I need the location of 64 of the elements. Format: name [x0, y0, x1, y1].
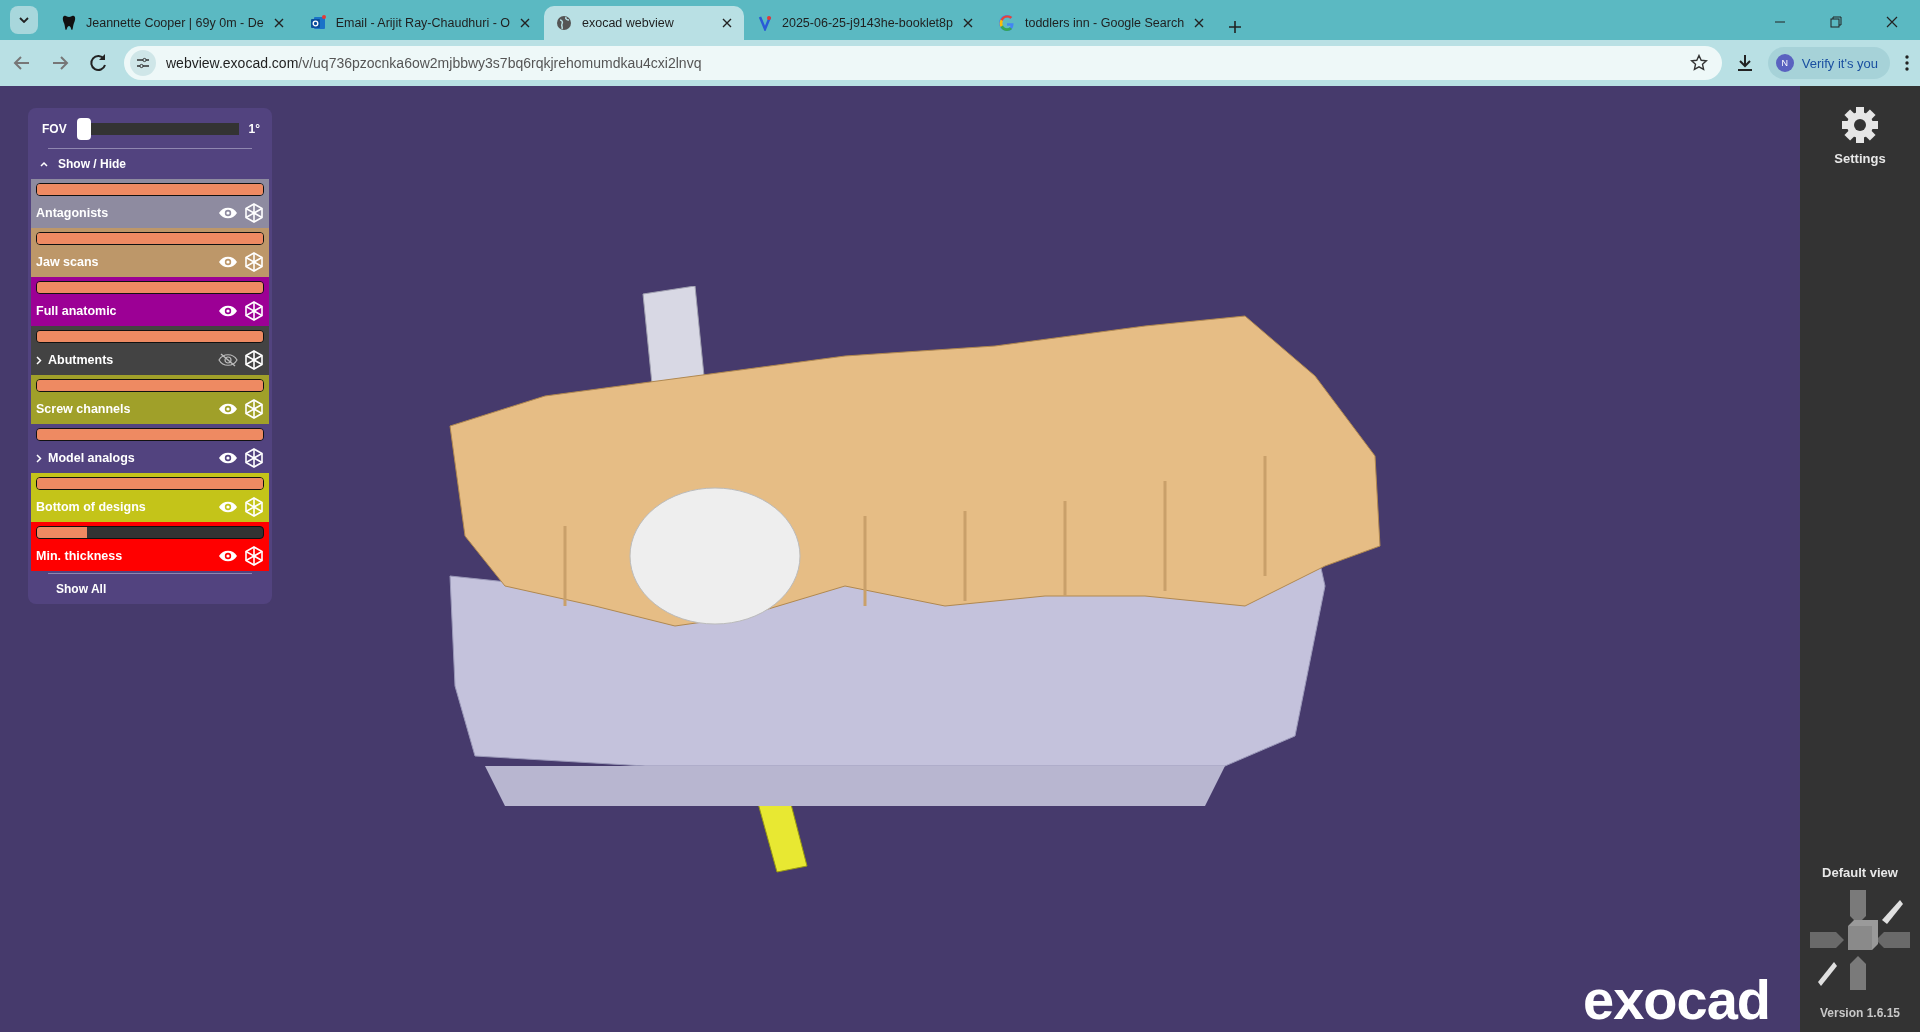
browser-tab[interactable]: Jeannette Cooper | 69y 0m - De — [50, 6, 296, 40]
show-all-link[interactable]: Show All — [28, 574, 272, 596]
opacity-slider[interactable] — [36, 379, 264, 392]
settings-icon — [1840, 105, 1880, 145]
menu-icon[interactable] — [1904, 54, 1910, 72]
url-text: webview.exocad.com/v/uq736pzocnka6ow2mjbbwy3s7bq6rqkjrehomumdkau4cxi2lnvq — [166, 55, 702, 71]
opacity-slider[interactable] — [36, 330, 264, 343]
tab-list-button[interactable] — [10, 6, 38, 34]
profile-avatar: N — [1775, 54, 1794, 72]
layer-name: Model analogs — [48, 451, 136, 465]
chevron-icon — [40, 161, 48, 167]
default-view-label: Default view — [1822, 865, 1898, 880]
layer-name: Min. thickness — [36, 549, 124, 563]
viewer-canvas[interactable]: FOV 1° Show / Hide Antagonists Jaw scans Full anatomic Abutments Screw channels Model analogs Bottom of designs Min. thickness Show All exocad — [0, 86, 1800, 1032]
close-icon[interactable] — [1194, 18, 1205, 28]
new-tab-icon[interactable] — [1228, 20, 1243, 34]
browser-tab[interactable]: 2025-06-25-j9143he-booklet8p — [746, 6, 985, 40]
chevron-icon[interactable] — [36, 453, 42, 463]
opacity-slider[interactable] — [36, 526, 264, 539]
settings-button[interactable]: Settings — [1828, 104, 1892, 167]
freeze-icon[interactable] — [244, 448, 264, 468]
opacity-slider[interactable] — [36, 281, 264, 294]
browser-tab[interactable]: toddlers inn - Google Search — [987, 6, 1217, 40]
opacity-slider[interactable] — [36, 232, 264, 245]
close-icon[interactable] — [1886, 16, 1898, 28]
star-icon[interactable] — [1689, 54, 1708, 72]
close-icon[interactable] — [963, 18, 973, 28]
eye-icon[interactable] — [218, 305, 238, 317]
close-icon[interactable] — [520, 18, 530, 28]
close-icon[interactable] — [273, 18, 284, 28]
eye-hidden-icon[interactable] — [218, 353, 238, 367]
view-cube-drawing[interactable] — [1810, 890, 1910, 990]
chevron-icon[interactable] — [36, 355, 42, 365]
address-field[interactable]: webview.exocad.com/v/uq736pzocnka6ow2mjbbwy3s7bq6rqkjrehomumdkau4cxi2lnvq — [124, 46, 1722, 80]
close-icon[interactable] — [722, 18, 732, 28]
site-settings-icon[interactable] — [136, 57, 150, 69]
layer-name: Jaw scans — [36, 255, 100, 269]
eye-icon[interactable] — [218, 452, 238, 464]
fov-label: FOV — [42, 122, 67, 136]
opacity-slider[interactable] — [36, 428, 264, 441]
browser-tab[interactable]: Email - Arijit Ray-Chaudhuri - O — [297, 6, 542, 40]
opacity-slider[interactable] — [36, 183, 264, 196]
browser-tab[interactable]: exocad webview — [544, 6, 744, 40]
eye-icon[interactable] — [218, 550, 238, 562]
google-icon — [999, 15, 1015, 31]
opacity-slider[interactable] — [36, 477, 264, 490]
layer-name: Antagonists — [36, 206, 110, 220]
layer-name: Bottom of designs — [36, 500, 147, 514]
tooth-icon — [62, 15, 76, 31]
freeze-icon[interactable] — [244, 301, 264, 321]
fov-value: 1° — [248, 122, 260, 136]
restore-icon[interactable] — [1830, 16, 1842, 28]
logo: exocad — [1583, 967, 1770, 1032]
version-label: Version 1.6.15 — [1819, 1006, 1901, 1020]
download-icon[interactable] — [1735, 54, 1754, 72]
layer-name: Screw channels — [36, 402, 132, 416]
verify-button[interactable]: N Verify it's you — [1767, 47, 1890, 79]
layer-name: Full anatomic — [36, 304, 118, 318]
caret-icon — [19, 17, 29, 23]
show-hide-toggle[interactable]: Show / Hide — [28, 149, 272, 179]
freeze-icon[interactable] — [244, 350, 264, 370]
layer-name: Abutments — [48, 353, 115, 367]
mail-icon — [309, 15, 326, 31]
globe-icon — [556, 15, 572, 31]
